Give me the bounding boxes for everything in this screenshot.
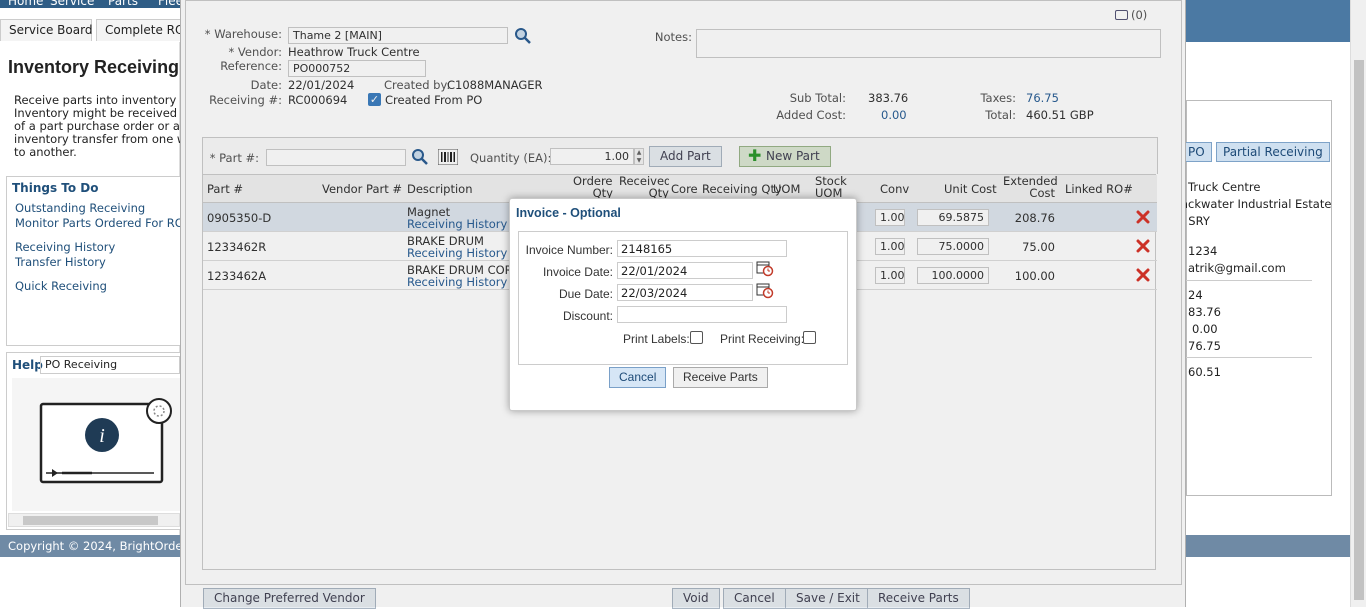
- invoice-date-label: Invoice Date:: [542, 265, 613, 279]
- calendar-icon[interactable]: [756, 282, 774, 299]
- card-text: 1234: [1188, 244, 1218, 258]
- header-band: [1180, 0, 1350, 42]
- invoice-dialog: Invoice - Optional Invoice Number: 21481…: [509, 198, 857, 411]
- discount-label: Discount:: [562, 309, 613, 323]
- tab-service-board[interactable]: Service Board✕: [0, 19, 107, 41]
- page-vertical-scrollbar[interactable]: [1350, 0, 1366, 607]
- help-topic-select[interactable]: PO Receiving: [40, 356, 180, 374]
- print-labels-label: Print Labels:: [623, 332, 690, 346]
- print-receiving-checkbox[interactable]: [803, 331, 816, 344]
- page-title: Inventory Receiving: [8, 57, 180, 77]
- calendar-icon[interactable]: [756, 260, 774, 277]
- tab-label: Service Board: [9, 23, 93, 37]
- svg-text:i: i: [99, 425, 105, 447]
- nav-service[interactable]: Service: [50, 0, 94, 8]
- card-text: ackwater Industrial Estate: [1181, 197, 1332, 211]
- intro-line: to another.: [14, 145, 77, 159]
- receive-parts-button[interactable]: Receive Parts: [673, 367, 768, 388]
- due-date-label: Due Date:: [558, 287, 613, 301]
- link-monitor-parts[interactable]: Monitor Parts Ordered For RO: [15, 216, 184, 230]
- print-receiving-label: Print Receiving:: [720, 332, 805, 346]
- due-date-input[interactable]: 22/03/2024: [617, 284, 753, 301]
- divider: [1186, 280, 1312, 281]
- nav-home[interactable]: Home: [8, 0, 43, 8]
- intro-text: Receive parts into inventory here. Inven…: [14, 94, 180, 159]
- dialog-title: Invoice - Optional: [516, 206, 621, 220]
- card-text: Truck Centre: [1188, 180, 1261, 194]
- print-labels-checkbox[interactable]: [690, 331, 703, 344]
- things-to-do-title: Things To Do: [12, 181, 99, 195]
- divider: [1186, 357, 1312, 358]
- video-player-icon: i: [39, 398, 172, 484]
- card-text: atrik@gmail.com: [1188, 261, 1286, 275]
- scrollbar-thumb[interactable]: [1354, 60, 1364, 600]
- link-transfer-history[interactable]: Transfer History: [15, 255, 106, 269]
- help-video-thumbnail[interactable]: i: [12, 378, 180, 511]
- invoice-number-input[interactable]: 2148165: [617, 240, 787, 257]
- help-title: Help: [12, 358, 43, 372]
- discount-input[interactable]: [617, 306, 787, 323]
- card-text: 60.51: [1188, 365, 1221, 379]
- nav-parts[interactable]: Parts: [108, 0, 138, 8]
- link-outstanding-receiving[interactable]: Outstanding Receiving: [15, 201, 145, 215]
- tab-label: Complete RO: [105, 23, 185, 37]
- invoice-number-label: Invoice Number:: [525, 243, 613, 257]
- tab-complete-ro[interactable]: Complete RO✕: [96, 19, 199, 41]
- scrollbar-thumb[interactable]: [23, 516, 158, 525]
- card-text: 83.76: [1188, 305, 1221, 319]
- help-horizontal-scrollbar[interactable]: [8, 513, 180, 527]
- link-receiving-history[interactable]: Receiving History: [15, 240, 115, 254]
- card-text: 0.00: [1192, 322, 1218, 336]
- partial-receiving-button[interactable]: Partial Receiving: [1216, 142, 1330, 162]
- card-text: 76.75: [1188, 339, 1221, 353]
- cancel-button[interactable]: Cancel: [609, 367, 667, 388]
- link-quick-receiving[interactable]: Quick Receiving: [15, 279, 107, 293]
- card-text: 24: [1188, 288, 1203, 302]
- invoice-date-input[interactable]: 22/01/2024: [617, 262, 753, 279]
